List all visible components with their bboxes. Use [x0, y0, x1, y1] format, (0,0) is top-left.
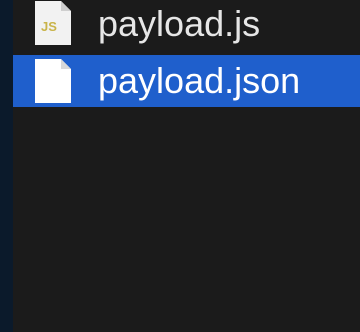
left-gutter — [0, 0, 13, 332]
js-file-icon: JS — [35, 1, 71, 45]
file-browser-window: JS payload.js payload.json — [0, 0, 360, 332]
file-name: payload.js — [98, 3, 261, 44]
file-row-payload-json[interactable]: payload.json — [13, 55, 360, 107]
js-badge: JS — [41, 19, 57, 34]
document-file-icon — [35, 59, 71, 103]
file-list: JS payload.js payload.json — [13, 0, 360, 332]
file-row-payload-js[interactable]: JS payload.js — [13, 0, 360, 48]
file-name: payload.json — [98, 60, 301, 101]
